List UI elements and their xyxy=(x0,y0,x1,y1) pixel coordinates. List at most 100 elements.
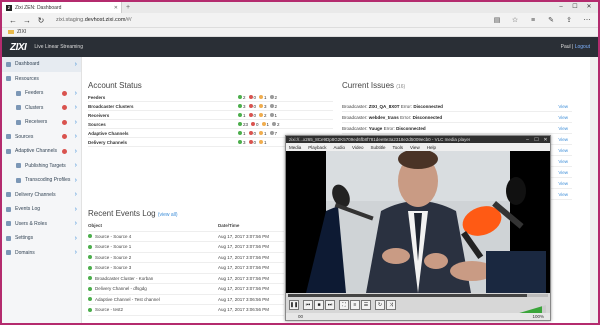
view-link[interactable]: View xyxy=(558,115,568,120)
alert-badge xyxy=(62,119,67,125)
sidebar-item-dashboard[interactable]: Dashboard › xyxy=(2,57,81,72)
loop-button[interactable]: ↻ xyxy=(375,300,385,310)
favorite-star-icon[interactable]: ☆ xyxy=(508,16,522,24)
event-time: Aug 17, 2017 3:07:56 PM xyxy=(218,286,270,292)
account-status-row[interactable]: Receivers 1 0 2 1 xyxy=(88,111,333,120)
col-object[interactable]: Object xyxy=(88,223,218,228)
player-statusbar: 00 100% xyxy=(286,313,550,320)
new-tab-icon[interactable]: + xyxy=(126,4,130,11)
zixi-logo[interactable]: ZIXI xyxy=(10,42,27,53)
event-row[interactable]: Broadcaster Cluster - Korban Aug 17, 2017… xyxy=(88,274,284,284)
sidebar-item-transcoding-profiles[interactable]: Transcoding Profiles › xyxy=(2,173,81,188)
status-count: 1 xyxy=(264,94,267,100)
logout-link[interactable]: Logout xyxy=(575,44,590,50)
player-menu-item[interactable]: View xyxy=(410,145,420,150)
player-maximize-icon[interactable]: ☐ xyxy=(532,137,541,143)
chevron-right-icon: › xyxy=(74,147,77,155)
sidebar-item-events-log[interactable]: Events Log › xyxy=(2,202,81,217)
favorites-folder[interactable]: ZIXI xyxy=(17,29,26,35)
url-field[interactable]: zixi.staging. devhost.zixi.com/#/ xyxy=(56,15,436,25)
player-titlebar[interactable]: zixi://...x265_8Ce9Dp8G2K5709ed6fb8f781d… xyxy=(286,136,550,143)
player-menu-item[interactable]: Audio xyxy=(334,145,346,150)
close-window-icon[interactable]: ✕ xyxy=(582,2,596,13)
sidebar-item-receivers[interactable]: Receivers › xyxy=(2,115,81,130)
sidebar-item-domains[interactable]: Domains › xyxy=(2,246,81,261)
stop-button[interactable]: ■ xyxy=(314,300,324,310)
seek-bar[interactable] xyxy=(288,294,548,297)
pause-button[interactable]: ❚❚ xyxy=(289,300,299,310)
account-status-row[interactable]: Broadcaster Clusters 3 0 3 2 xyxy=(88,102,333,111)
forward-icon[interactable]: → xyxy=(20,16,34,25)
status-dot-icon xyxy=(238,104,242,108)
player-minimize-icon[interactable]: – xyxy=(523,137,532,143)
status-dot-icon xyxy=(269,95,274,99)
previous-button[interactable]: ⏮ xyxy=(303,300,313,310)
sidebar-item-delivery-channels[interactable]: Delivery Channels › xyxy=(2,188,81,203)
issue-row: Broadcaster: Yuuge Error: Disconnected Vi… xyxy=(342,123,572,134)
event-row[interactable]: Source - Source 4 Aug 17, 2017 3:07:56 PM xyxy=(88,232,284,242)
nav-icon xyxy=(16,119,21,125)
sidebar-item-settings[interactable]: Settings › xyxy=(2,231,81,246)
view-link[interactable]: View xyxy=(558,159,568,164)
event-row[interactable]: Source - Source 3 Aug 17, 2017 3:07:56 PM xyxy=(88,263,284,274)
view-link[interactable]: View xyxy=(558,104,568,109)
sidebar-item-adaptive-channels[interactable]: Adaptive Channels › xyxy=(2,144,81,159)
sidebar-item-sources[interactable]: Sources › xyxy=(2,130,81,145)
reading-view-icon[interactable]: ▤ xyxy=(490,16,504,24)
event-object-label: Adaptive Channel - Test channel xyxy=(95,296,160,302)
notes-icon[interactable]: ✎ xyxy=(544,16,558,24)
sidebar-item-resources[interactable]: Resources xyxy=(2,72,81,87)
view-link[interactable]: View xyxy=(558,170,568,175)
view-link[interactable]: View xyxy=(558,137,568,142)
player-menu-item[interactable]: Tools xyxy=(393,145,404,150)
player-menu-item[interactable]: Subtitle xyxy=(370,145,385,150)
event-row[interactable]: Adaptive Channel - Test channel Aug 17, 2… xyxy=(88,295,284,305)
playlist-button[interactable]: ☰ xyxy=(361,300,371,310)
refresh-icon[interactable]: ↻ xyxy=(34,16,48,25)
fullscreen-button[interactable]: ⛶ xyxy=(339,300,349,310)
sidebar-item-feeders[interactable]: Feeders › xyxy=(2,86,81,101)
maximize-icon[interactable]: ☐ xyxy=(568,2,582,13)
account-status-row[interactable]: Sources 23 0 1 2 xyxy=(88,120,333,129)
view-link[interactable]: View xyxy=(558,192,568,197)
event-row[interactable]: Source - Source 1 Aug 17, 2017 3:07:56 PM xyxy=(88,242,284,253)
close-tab-icon[interactable]: ✕ xyxy=(114,5,118,11)
sidebar-item-label: Receivers xyxy=(25,119,48,126)
user-menu[interactable]: Paul | Logout xyxy=(561,44,590,50)
event-object-label: Source - Source 3 xyxy=(95,265,132,271)
event-row[interactable]: Source - Source 2 Aug 17, 2017 3:07:56 PM xyxy=(88,253,284,263)
sidebar-item-clusters[interactable]: Clusters › xyxy=(2,101,81,116)
status-count: 2 xyxy=(274,103,278,109)
event-row[interactable]: Source - test2 Aug 17, 2017 3:06:56 PM xyxy=(88,305,284,316)
player-menu-item[interactable]: Video xyxy=(352,145,363,150)
status-dot-icon xyxy=(272,122,277,126)
col-datetime[interactable]: Date/Time xyxy=(218,223,239,228)
event-row[interactable]: Delivery Channel - dfsgdg Aug 17, 2017 3:… xyxy=(88,284,284,295)
sidebar-item-publishing-targets[interactable]: Publishing Targets › xyxy=(2,159,81,174)
back-icon[interactable]: ← xyxy=(6,16,20,25)
view-link[interactable]: View xyxy=(558,148,568,153)
share-icon[interactable]: ⇪ xyxy=(562,16,576,24)
player-menu-item[interactable]: Help xyxy=(427,145,436,150)
player-close-icon[interactable]: ✕ xyxy=(541,137,550,143)
view-link[interactable]: View xyxy=(558,126,568,131)
chevron-right-icon: › xyxy=(74,133,77,141)
sidebar-item-label: Dashboard xyxy=(15,61,40,68)
page-scrollbar[interactable] xyxy=(590,57,598,323)
account-status-row[interactable]: Feeders 2 0 1 2 xyxy=(88,93,333,102)
hub-icon[interactable]: ≡ xyxy=(526,17,540,24)
player-menu-item[interactable]: Media xyxy=(289,145,301,150)
more-icon[interactable]: ⋯ xyxy=(580,16,594,24)
view-all-link[interactable]: (view all) xyxy=(158,212,178,218)
minimize-icon[interactable]: – xyxy=(554,2,568,13)
extended-settings-button[interactable]: ≡ xyxy=(350,300,360,310)
sidebar-item-users-roles[interactable]: Users & Roles › xyxy=(2,217,81,232)
video-frame[interactable] xyxy=(286,151,550,293)
player-menu-item[interactable]: Playback xyxy=(308,145,326,150)
browser-tab[interactable]: Z Zixi ZEN: Dashboard ✕ xyxy=(2,2,122,13)
view-link[interactable]: View xyxy=(558,181,568,186)
status-count: 1 xyxy=(264,130,267,136)
volume-slider[interactable] xyxy=(516,301,546,314)
shuffle-button[interactable]: ⤨ xyxy=(386,300,396,310)
next-button[interactable]: ⏭ xyxy=(325,300,335,310)
